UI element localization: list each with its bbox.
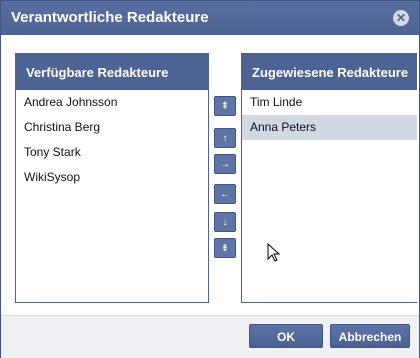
assigned-editors-panel: Zugewiesene Redakteure Tim Linde Anna Pe… — [241, 53, 417, 303]
move-left-icon: ← — [220, 189, 230, 200]
mouse-cursor-icon — [267, 243, 281, 262]
editors-dialog: Verantwortliche Redakteure ✕ Verfügbare … — [0, 0, 420, 358]
move-up-icon: ↑ — [222, 133, 228, 144]
available-editors-header: Verfügbare Redakteure — [16, 54, 208, 90]
move-right-button[interactable]: → — [214, 154, 236, 174]
move-top-button[interactable]: ⇞ — [214, 96, 236, 116]
move-down-button[interactable]: ↓ — [214, 212, 236, 232]
move-up-button[interactable]: ↑ — [214, 128, 236, 148]
dialog-title: Verantwortliche Redakteure — [11, 9, 209, 26]
assigned-editor-item[interactable]: Tim Linde — [242, 90, 417, 115]
ok-button[interactable]: OK — [249, 324, 323, 348]
move-top-icon: ⇞ — [220, 101, 230, 112]
assigned-editors-list: Tim Linde Anna Peters — [242, 90, 417, 140]
dialog-titlebar: Verantwortliche Redakteure ✕ — [1, 1, 419, 35]
move-bottom-button[interactable]: ⇟ — [214, 238, 236, 258]
available-editor-item[interactable]: WikiSysop — [16, 165, 208, 190]
cancel-button[interactable]: Abbrechen — [330, 324, 410, 348]
move-left-button[interactable]: ← — [214, 184, 236, 204]
move-right-icon: → — [220, 159, 230, 170]
available-editors-panel: Verfügbare Redakteure Andrea Johnsson Ch… — [15, 53, 209, 303]
close-icon[interactable]: ✕ — [393, 10, 409, 26]
move-bottom-icon: ⇟ — [220, 243, 230, 254]
available-editors-list: Andrea Johnsson Christina Berg Tony Star… — [16, 90, 208, 190]
available-editor-item[interactable]: Christina Berg — [16, 115, 208, 140]
available-editor-item[interactable]: Tony Stark — [16, 140, 208, 165]
assigned-editor-item-selected[interactable]: Anna Peters — [242, 115, 417, 140]
available-editor-item[interactable]: Andrea Johnsson — [16, 90, 208, 115]
assigned-editors-header: Zugewiesene Redakteure — [242, 54, 417, 90]
dialog-content: Verfügbare Redakteure Andrea Johnsson Ch… — [1, 35, 419, 315]
dialog-footer: OK Abbrechen — [1, 315, 419, 358]
move-down-icon: ↓ — [222, 217, 228, 228]
